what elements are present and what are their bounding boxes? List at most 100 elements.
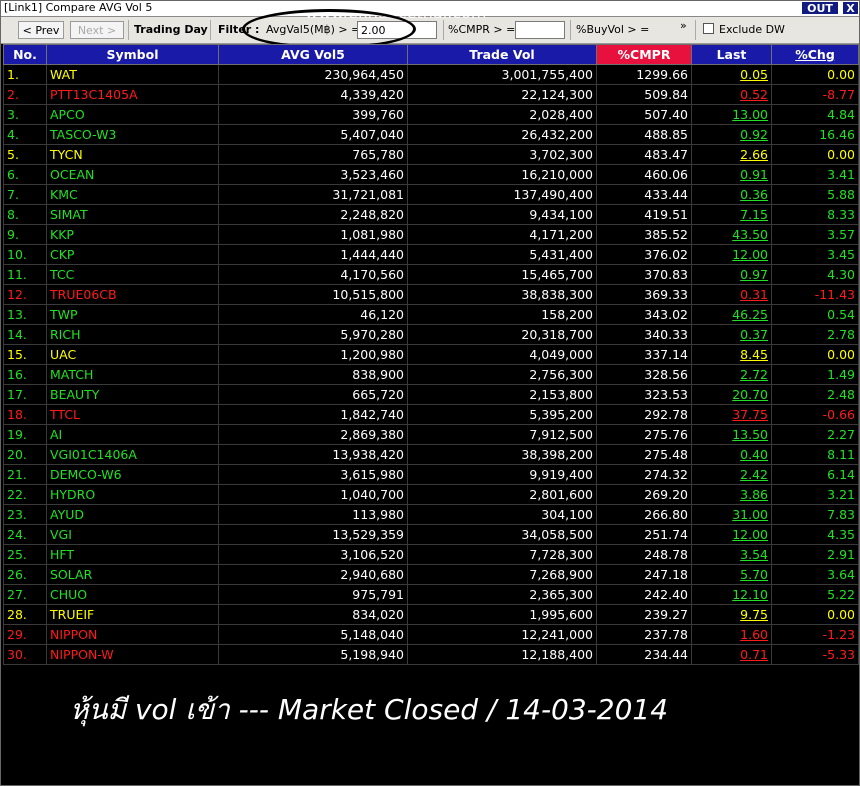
row-last[interactable]: 46.25 — [691, 304, 772, 325]
last-price-link[interactable]: 3.54 — [740, 547, 768, 562]
close-button[interactable]: X — [842, 1, 859, 15]
row-last[interactable]: 2.42 — [691, 464, 772, 485]
table-row[interactable]: 5. TYCN 765,780 3,702,300 483.47 2.66 0.00 — [3, 144, 859, 165]
row-last[interactable]: 2.66 — [691, 144, 772, 165]
table-row[interactable]: 1. WAT 230,964,450 3,001,755,400 1299.66 0.05… — [3, 64, 859, 85]
row-last[interactable]: 9.75 — [691, 604, 772, 625]
last-price-link[interactable]: 0.97 — [740, 267, 768, 282]
last-price-link[interactable]: 46.25 — [732, 307, 768, 322]
table-row[interactable]: 23. AYUD 113,980 304,100 266.80 31.00 7.83 — [3, 504, 859, 525]
row-last[interactable]: 3.86 — [691, 484, 772, 505]
table-row[interactable]: 4. TASCO-W3 5,407,040 26,432,200 488.85 0.92 1… — [3, 124, 859, 145]
table-row[interactable]: 19. AI 2,869,380 7,912,500 275.76 13.50 2.27 — [3, 424, 859, 445]
last-price-link[interactable]: 20.70 — [732, 387, 768, 402]
row-last[interactable]: 12.00 — [691, 244, 772, 265]
row-last[interactable]: 0.36 — [691, 184, 772, 205]
row-last[interactable]: 43.50 — [691, 224, 772, 245]
last-price-link[interactable]: 7.15 — [740, 207, 768, 222]
column-header-trade-vol[interactable]: Trade Vol — [407, 44, 597, 65]
table-row[interactable]: 9. KKP 1,081,980 4,171,200 385.52 43.50 3.57 — [3, 224, 859, 245]
row-last[interactable]: 0.05 — [691, 64, 772, 85]
last-price-link[interactable]: 12.00 — [732, 527, 768, 542]
last-price-link[interactable]: 0.36 — [740, 187, 768, 202]
table-row[interactable]: 28. TRUEIF 834,020 1,995,600 239.27 9.75 0.00 — [3, 604, 859, 625]
last-price-link[interactable]: 12.10 — [732, 587, 768, 602]
trading-day-button[interactable]: Trading Day — [134, 21, 208, 39]
row-last[interactable]: 31.00 — [691, 504, 772, 525]
row-last[interactable]: 0.40 — [691, 444, 772, 465]
row-last[interactable]: 7.15 — [691, 204, 772, 225]
table-row[interactable]: 7. KMC 31,721,081 137,490,400 433.44 0.36 5.88 — [3, 184, 859, 205]
row-last[interactable]: 0.37 — [691, 324, 772, 345]
last-price-link[interactable]: 0.71 — [740, 647, 768, 662]
last-price-link[interactable]: 37.75 — [732, 407, 768, 422]
row-last[interactable]: 20.70 — [691, 384, 772, 405]
last-price-link[interactable]: 0.91 — [740, 167, 768, 182]
column-header-symbol[interactable]: Symbol — [46, 44, 219, 65]
row-last[interactable]: 37.75 — [691, 404, 772, 425]
last-price-link[interactable]: 5.70 — [740, 567, 768, 582]
last-price-link[interactable]: 0.37 — [740, 327, 768, 342]
table-row[interactable]: 21. DEMCO-W6 3,615,980 9,919,400 274.32 2.42 6… — [3, 464, 859, 485]
last-price-link[interactable]: 0.52 — [740, 87, 768, 102]
table-row[interactable]: 12. TRUE06CB 10,515,800 38,838,300 369.33 0.3… — [3, 284, 859, 305]
table-row[interactable]: 2. PTT13C1405A 4,339,420 22,124,300 509.84 0.… — [3, 84, 859, 105]
row-last[interactable]: 8.45 — [691, 344, 772, 365]
last-price-link[interactable]: 3.86 — [740, 487, 768, 502]
row-last[interactable]: 12.00 — [691, 524, 772, 545]
last-price-link[interactable]: 2.66 — [740, 147, 768, 162]
more-options-icon[interactable]: » — [680, 17, 687, 35]
row-last[interactable]: 2.72 — [691, 364, 772, 385]
table-row[interactable]: 25. HFT 3,106,520 7,728,300 248.78 3.54 2.91 — [3, 544, 859, 565]
column-header-no[interactable]: No. — [3, 44, 47, 65]
table-row[interactable]: 27. CHUO 975,791 2,365,300 242.40 12.10 5.22 — [3, 584, 859, 605]
table-row[interactable]: 3. APCO 399,760 2,028,400 507.40 13.00 4.84 — [3, 104, 859, 125]
cmpr-input[interactable] — [515, 21, 565, 39]
last-price-link[interactable]: 31.00 — [732, 507, 768, 522]
last-price-link[interactable]: 2.72 — [740, 367, 768, 382]
table-row[interactable]: 29. NIPPON 5,148,040 12,241,000 237.78 1.60 -1… — [3, 624, 859, 645]
last-price-link[interactable]: 0.40 — [740, 447, 768, 462]
last-price-link[interactable]: 0.92 — [740, 127, 768, 142]
row-last[interactable]: 13.50 — [691, 424, 772, 445]
table-row[interactable]: 11. TCC 4,170,560 15,465,700 370.83 0.97 4.30 — [3, 264, 859, 285]
table-row[interactable]: 30. NIPPON-W 5,198,940 12,188,400 234.44 0.71… — [3, 644, 859, 665]
row-last[interactable]: 0.92 — [691, 124, 772, 145]
last-price-link[interactable]: 9.75 — [740, 607, 768, 622]
exclude-dw-checkbox[interactable] — [703, 23, 714, 34]
column-header-chg[interactable]: %Chg — [771, 44, 859, 65]
table-row[interactable]: 15. UAC 1,200,980 4,049,000 337.14 8.45 0.00 — [3, 344, 859, 365]
row-last[interactable]: 0.91 — [691, 164, 772, 185]
row-last[interactable]: 0.97 — [691, 264, 772, 285]
table-row[interactable]: 18. TTCL 1,842,740 5,395,200 292.78 37.75 -0.6… — [3, 404, 859, 425]
table-row[interactable]: 16. MATCH 838,900 2,756,300 328.56 2.72 1.49 — [3, 364, 859, 385]
table-row[interactable]: 14. RICH 5,970,280 20,318,700 340.33 0.37 2.78 — [3, 324, 859, 345]
column-header-cmpr[interactable]: %CMPR — [596, 44, 692, 65]
last-price-link[interactable]: 13.00 — [732, 107, 768, 122]
column-header-last[interactable]: Last — [691, 44, 772, 65]
table-row[interactable]: 6. OCEAN 3,523,460 16,210,000 460.06 0.91 3.41 — [3, 164, 859, 185]
out-button[interactable]: OUT — [801, 1, 839, 15]
table-row[interactable]: 8. SIMAT 2,248,820 9,434,100 419.51 7.15 8.33 — [3, 204, 859, 225]
row-last[interactable]: 0.71 — [691, 644, 772, 665]
table-row[interactable]: 13. TWP 46,120 158,200 343.02 46.25 0.54 — [3, 304, 859, 325]
last-price-link[interactable]: 12.00 — [732, 247, 768, 262]
last-price-link[interactable]: 0.31 — [740, 287, 768, 302]
table-row[interactable]: 10. CKP 1,444,440 5,431,400 376.02 12.00 3.45 — [3, 244, 859, 265]
row-last[interactable]: 1.60 — [691, 624, 772, 645]
row-last[interactable]: 3.54 — [691, 544, 772, 565]
table-row[interactable]: 20. VGI01C1406A 13,938,420 38,398,200 275.48… — [3, 444, 859, 465]
last-price-link[interactable]: 13.50 — [732, 427, 768, 442]
last-price-link[interactable]: 0.05 — [740, 67, 768, 82]
table-row[interactable]: 22. HYDRO 1,040,700 2,801,600 269.20 3.86 3.21 — [3, 484, 859, 505]
row-last[interactable]: 5.70 — [691, 564, 772, 585]
last-price-link[interactable]: 8.45 — [740, 347, 768, 362]
row-last[interactable]: 12.10 — [691, 584, 772, 605]
column-header-avg-vol[interactable]: AVG Vol5 — [218, 44, 408, 65]
last-price-link[interactable]: 1.60 — [740, 627, 768, 642]
row-last[interactable]: 13.00 — [691, 104, 772, 125]
table-row[interactable]: 24. VGI 13,529,359 34,058,500 251.74 12.00 4.3… — [3, 524, 859, 545]
table-row[interactable]: 26. SOLAR 2,940,680 7,268,900 247.18 5.70 3.64 — [3, 564, 859, 585]
last-price-link[interactable]: 2.42 — [740, 467, 768, 482]
last-price-link[interactable]: 43.50 — [732, 227, 768, 242]
